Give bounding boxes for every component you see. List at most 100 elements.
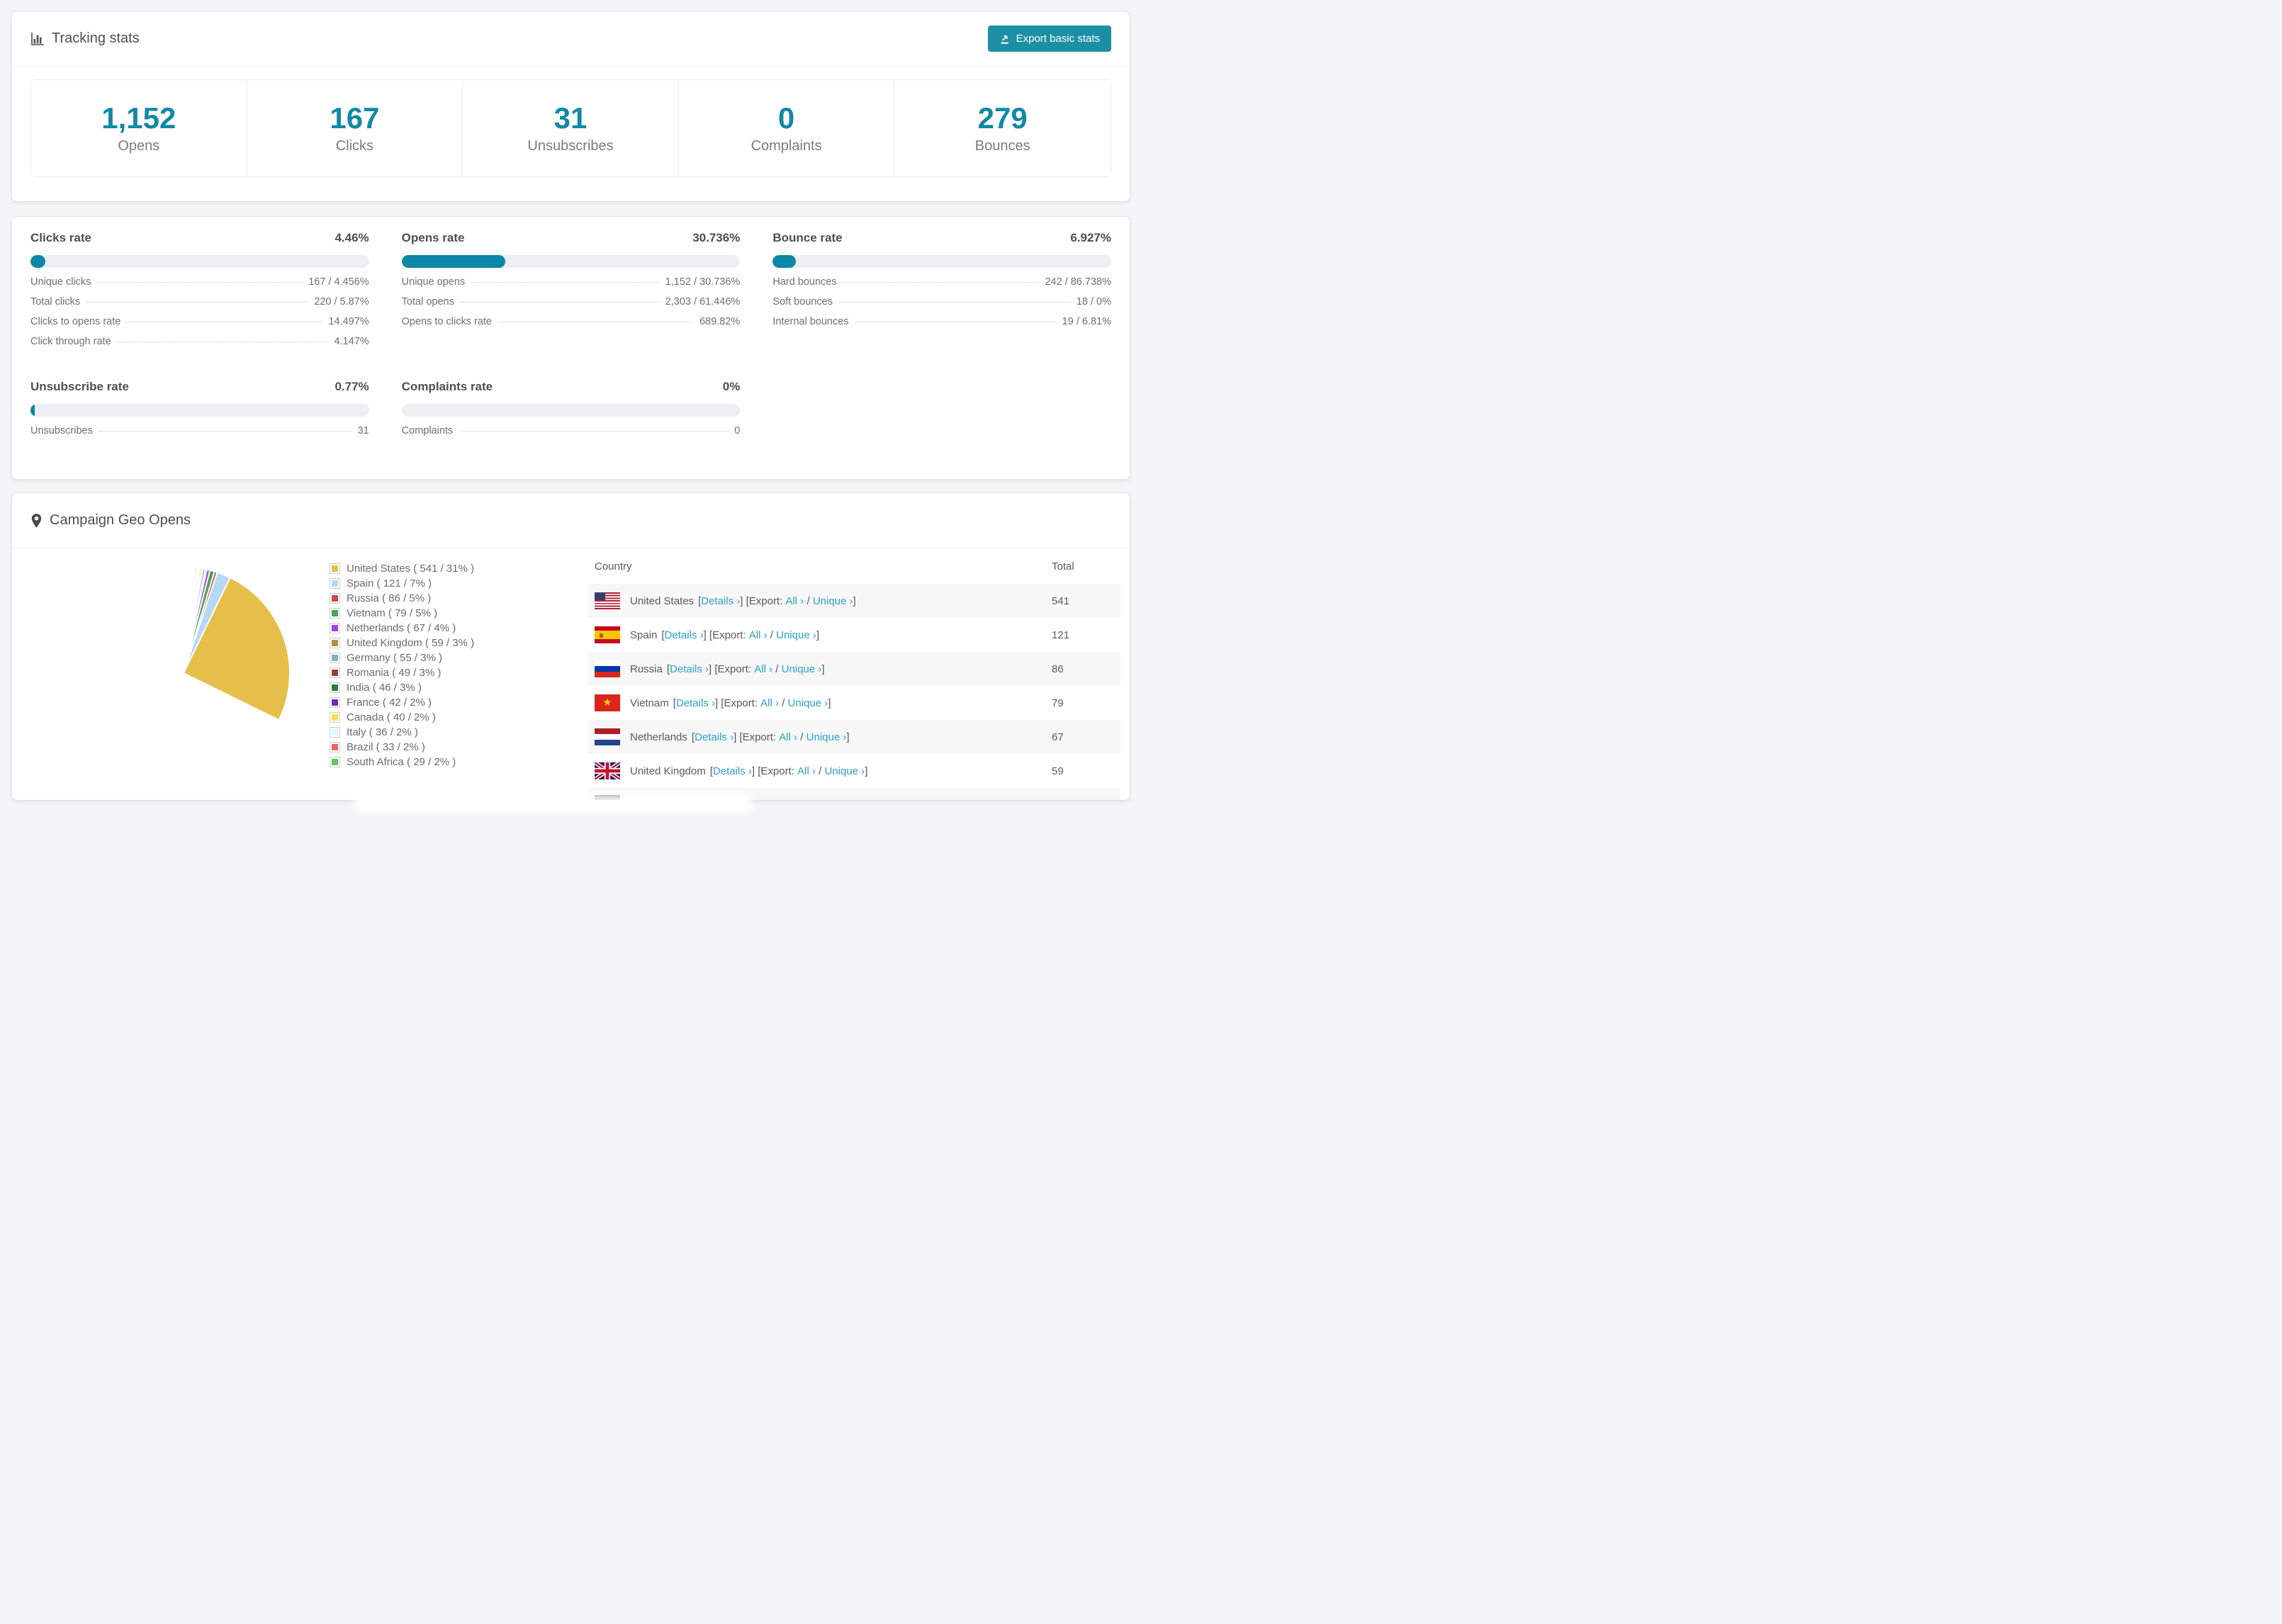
summary-box-opens: 1,152 Opens: [31, 80, 247, 176]
detail-label: Clicks to opens rate: [30, 316, 121, 327]
legend-label: France ( 42 / 2% ): [347, 697, 432, 709]
slash: /: [772, 662, 782, 675]
legend-swatch-color: [332, 640, 338, 646]
detail-value: 14.497%: [328, 316, 369, 327]
legend-swatch-color: [332, 744, 338, 750]
rate-detail-row: Total opens 2,303 / 61.446%: [402, 296, 741, 316]
rate-panel-title-row: Clicks rate 4.46%: [30, 231, 369, 245]
total-cell: 541: [1052, 594, 1070, 607]
map-pin-icon: [30, 513, 43, 529]
export-all-link[interactable]: All ›: [749, 629, 768, 641]
legend-swatch-color: [332, 729, 338, 735]
country-cell: United Kingdom[Details ›] [Export: All ›…: [595, 762, 1052, 779]
rate-progress-fill: [401, 255, 506, 268]
legend-item: Vietnam ( 79 / 5% ): [330, 606, 474, 621]
export-unique-link[interactable]: Unique ›: [813, 595, 853, 607]
detail-value: 31: [357, 425, 369, 436]
legend-swatch-color: [332, 625, 338, 631]
total-cell: 67: [1052, 731, 1064, 743]
legend-swatch: [330, 757, 340, 767]
details-link[interactable]: Details ›: [665, 629, 704, 641]
table-row: Russia[Details ›] [Export: All › / Uniqu…: [588, 652, 1120, 686]
detail-value: 4.147%: [334, 336, 369, 347]
dotted-leader: [459, 431, 729, 432]
detail-label: Internal bounces: [772, 316, 849, 327]
summary-box-unsubscribes: 31 Unsubscribes: [463, 80, 679, 176]
legend-swatch-color: [332, 670, 338, 676]
table-row: Spain[Details ›] [Export: All › / Unique…: [588, 618, 1120, 652]
details-link[interactable]: Details ›: [670, 663, 709, 675]
bracket: ]: [821, 662, 825, 675]
rate-detail-row: Soft bounces 18 / 0%: [772, 296, 1111, 316]
dotted-leader: [96, 282, 303, 283]
export-all-link[interactable]: All ›: [760, 697, 779, 709]
rates-grid: Clicks rate 4.46% Unique clicks 167 / 4.456…: [30, 231, 1111, 445]
table-row: ★ Vietnam[Details ›] [Export: All › / Uni…: [588, 686, 1120, 720]
export-all-link[interactable]: All ›: [785, 595, 804, 607]
rate-detail-rows: Unique opens 1,152 / 30.736% Total opens 2,…: [402, 276, 741, 336]
rate-progress-track: [30, 255, 369, 268]
bar-chart-icon: [30, 32, 45, 46]
export-unique-link[interactable]: Unique ›: [824, 765, 865, 777]
tracking-stats-header: Tracking stats Export basic stats: [12, 11, 1130, 67]
summary-value: 31: [553, 101, 588, 135]
export-all-link[interactable]: All ›: [754, 663, 772, 675]
slash: /: [797, 731, 806, 743]
details-link[interactable]: Details ›: [713, 765, 752, 777]
rate-detail-rows: Unsubscribes 31: [30, 425, 369, 445]
geo-title: Campaign Geo Opens: [50, 512, 191, 528]
total-column-header: Total: [1052, 560, 1074, 573]
legend-label: Romania ( 49 / 3% ): [347, 667, 442, 679]
legend-swatch-color: [332, 610, 338, 616]
details-link[interactable]: Details ›: [701, 595, 740, 607]
country-cell: United States[Details ›] [Export: All › …: [595, 592, 1052, 609]
dotted-leader: [459, 302, 660, 303]
legend-item: South Africa ( 29 / 2% ): [330, 755, 474, 769]
rate-detail-row: Opens to clicks rate 689.82%: [402, 316, 741, 336]
export-unique-link[interactable]: Unique ›: [806, 731, 847, 743]
legend-item: Germany ( 55 / 3% ): [330, 650, 474, 665]
bracket: ]: [828, 697, 831, 709]
rate-panel-bounce-rate: Bounce rate 6.927% Hard bounces 242 / 86.73…: [772, 231, 1111, 356]
rate-panel-title-row: Opens rate 30.736%: [402, 231, 741, 245]
legend-label: Italy ( 36 / 2% ): [347, 726, 418, 738]
details-link[interactable]: Details ›: [676, 697, 715, 709]
country-name: Russia: [630, 662, 663, 675]
flag-vn: ★: [595, 694, 620, 711]
export-unique-link[interactable]: Unique ›: [788, 697, 828, 709]
detail-label: Total clicks: [30, 296, 81, 308]
rate-panel-complaints-rate: Complaints rate 0% Complaints 0: [401, 380, 741, 445]
geo-opens-pie-chart[interactable]: [70, 560, 297, 786]
bracket: ]: [816, 628, 819, 641]
total-cell: 79: [1052, 697, 1064, 709]
details-link[interactable]: Details ›: [695, 731, 734, 743]
summary-label: Opens: [118, 137, 160, 154]
export-all-link[interactable]: All ›: [797, 765, 816, 777]
export-unique-link[interactable]: Unique ›: [776, 629, 816, 641]
export-all-link[interactable]: All ›: [779, 731, 797, 743]
legend-swatch: [330, 697, 340, 708]
summary-box-clicks: 167 Clicks: [247, 80, 463, 176]
rate-panel-title: Opens rate: [401, 231, 465, 244]
legend-swatch-color: [332, 759, 338, 765]
legend-swatch: [330, 712, 340, 723]
summary-label: Clicks: [335, 137, 374, 154]
geo-title-wrap: Campaign Geo Opens: [30, 512, 191, 529]
rate-panel-clicks-rate: Clicks rate 4.46% Unique clicks 167 / 4.456…: [30, 231, 369, 356]
export-basic-stats-button[interactable]: Export basic stats: [987, 26, 1111, 52]
legend-item: United Kingdom ( 59 / 3% ): [330, 636, 474, 650]
dotted-leader: [86, 302, 309, 303]
dotted-leader: [471, 282, 660, 283]
export-unique-link[interactable]: Unique ›: [782, 663, 822, 675]
legend-swatch-color: [332, 714, 338, 721]
legend-label: United States ( 541 / 31% ): [347, 563, 475, 575]
rate-progress-fill: [30, 404, 35, 417]
bottom-scroll-overlay: [354, 792, 751, 812]
rate-panel-percent: 0%: [722, 380, 741, 393]
flag-nl: [595, 728, 620, 745]
bracket: ] [Export:: [709, 662, 755, 675]
legend-label: Spain ( 121 / 7% ): [347, 577, 432, 590]
country-cell: ★ Vietnam[Details ›] [Export: All › / Uni…: [595, 694, 1052, 711]
detail-value: 0: [734, 425, 741, 436]
rate-progress-track: [772, 255, 1111, 268]
